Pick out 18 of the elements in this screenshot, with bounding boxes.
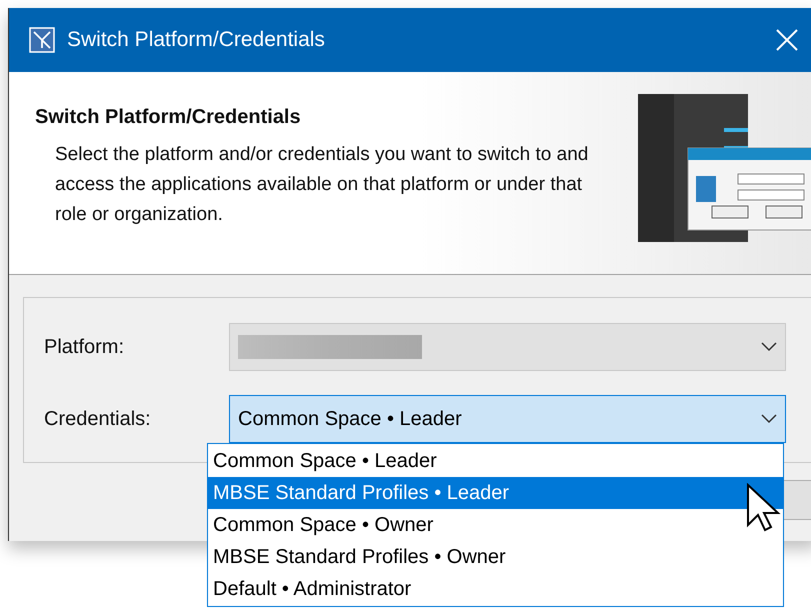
dropdown-option[interactable]: MBSE Standard Profiles • Leader <box>208 477 783 509</box>
dropdown-value: Common Space • Leader <box>238 407 462 432</box>
field-label: Credentials: <box>44 407 152 432</box>
chevron-down-icon <box>761 342 777 352</box>
dropdown-option[interactable]: MBSE Standard Profiles • Owner <box>208 541 783 573</box>
header-description: Select the platform and/or credentials you want to switch to and access the applications available on that platform or under that role or organization. <box>55 143 590 227</box>
window-title: Switch Platform/Credentials <box>67 27 325 54</box>
chevron-down-icon <box>761 414 777 424</box>
app-icon <box>29 27 55 53</box>
dialog-button[interactable] <box>782 480 811 520</box>
close-icon[interactable] <box>776 29 798 51</box>
credentials-dropdown[interactable]: Common Space • Leader <box>229 395 786 443</box>
header-title: Switch Platform/Credentials <box>35 105 302 130</box>
platform-dropdown[interactable] <box>229 323 786 371</box>
dropdown-option[interactable]: Common Space • Leader <box>208 445 783 477</box>
dropdown-option[interactable]: Default • Administrator <box>208 573 783 605</box>
dropdown-option[interactable]: Common Space • Owner <box>208 509 783 541</box>
field-label: Platform: <box>44 335 126 360</box>
